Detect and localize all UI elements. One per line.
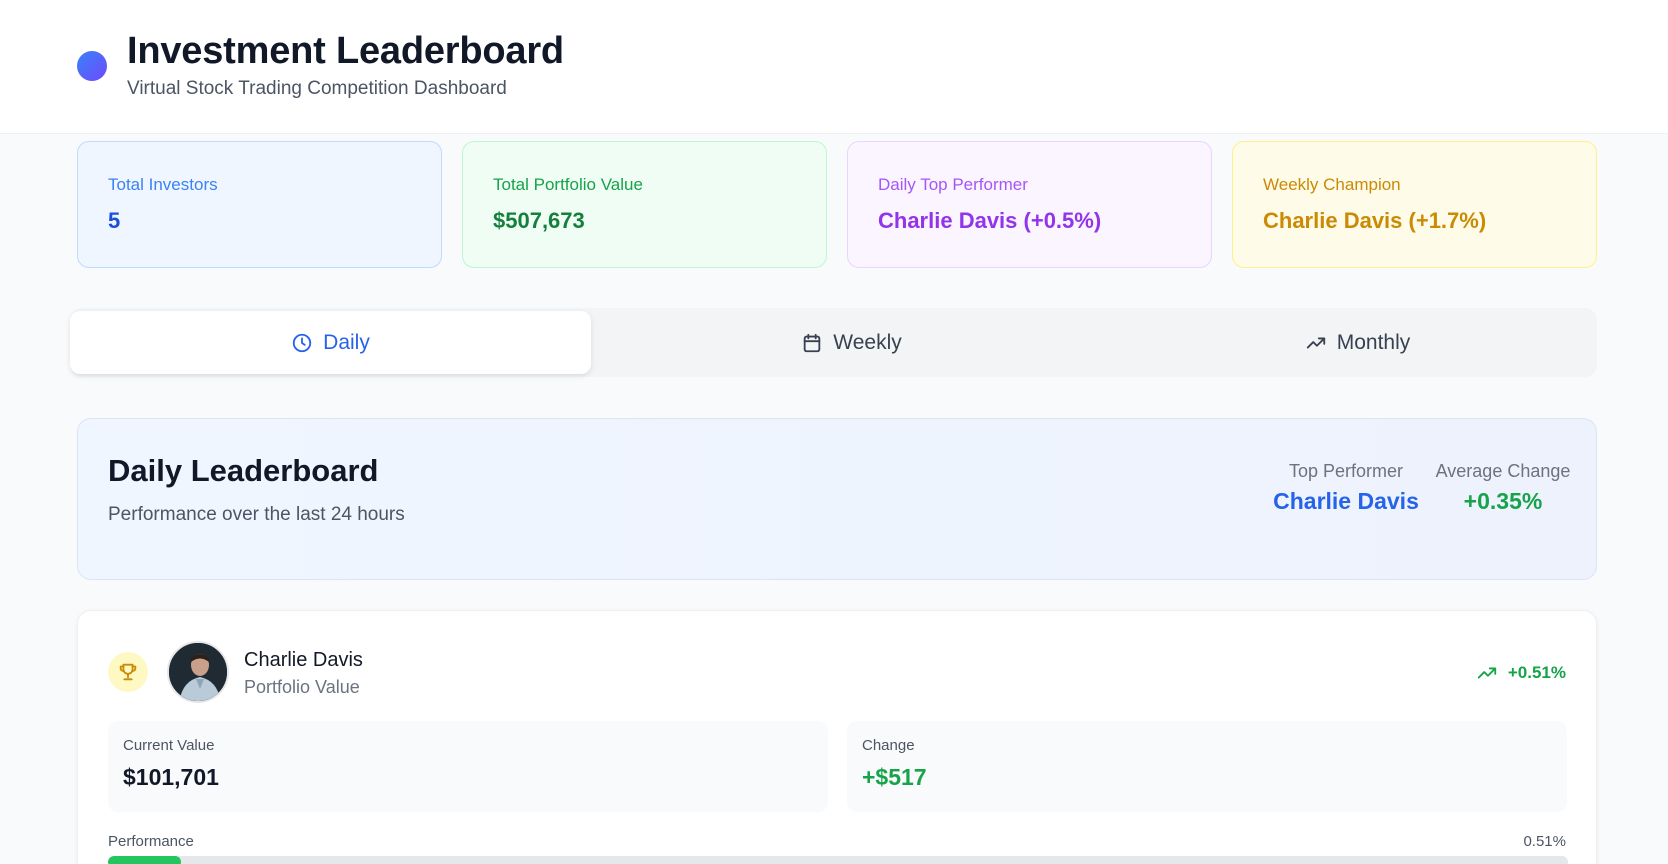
header-stat-label: Top Performer	[1288, 461, 1404, 481]
investor-subtitle: Portfolio Value	[244, 677, 360, 697]
leaderboard-title: Daily Leaderboard	[108, 453, 379, 488]
clock-icon	[292, 333, 312, 352]
stat-label: Weekly Champion	[1263, 175, 1401, 194]
page-subtitle: Virtual Stock Trading Competition Dashbo…	[127, 78, 507, 99]
trending-up-icon	[1306, 337, 1325, 348]
current-value-box: Current Value $101,701	[108, 721, 828, 812]
metric-value: +$517	[862, 764, 927, 790]
tab-label: Weekly	[833, 330, 902, 354]
stat-value: Charlie Davis (+1.7%)	[1263, 208, 1487, 233]
rank-badge	[108, 652, 148, 692]
header-stat-top-performer: Top Performer Charlie Davis	[1271, 461, 1421, 515]
change-percent-badge: +0.51%	[1476, 662, 1566, 684]
change-percent-value: +0.51%	[1507, 663, 1566, 682]
period-tabs: Daily Weekly Monthly	[70, 308, 1597, 377]
avatar	[167, 641, 229, 703]
header-stat-average-change: Average Change +0.35%	[1434, 461, 1572, 515]
leaderboard-entry[interactable]: Charlie Davis Portfolio Value +0.51% Cur…	[77, 610, 1597, 864]
header-stat-value: Charlie Davis	[1273, 488, 1419, 514]
stat-label: Total Portfolio Value	[493, 175, 643, 194]
investor-name: Charlie Davis	[244, 649, 363, 671]
tab-daily[interactable]: Daily	[70, 311, 591, 374]
tab-label: Monthly	[1336, 330, 1411, 354]
trending-up-icon	[1477, 667, 1497, 679]
stat-label: Total Investors	[108, 175, 218, 194]
stat-card-total-portfolio-value: Total Portfolio Value $507,673	[462, 141, 827, 268]
metric-value: $101,701	[123, 764, 219, 790]
stat-card-weekly-champion: Weekly Champion Charlie Davis (+1.7%)	[1232, 141, 1597, 268]
page-title: Investment Leaderboard	[127, 30, 564, 72]
stat-card-total-investors: Total Investors 5	[77, 141, 442, 268]
performance-label: Performance	[108, 833, 194, 850]
stat-value: Charlie Davis (+0.5%)	[878, 208, 1102, 233]
app-header: Investment Leaderboard Virtual Stock Tra…	[0, 0, 1668, 134]
metric-label: Change	[862, 737, 915, 754]
tab-weekly[interactable]: Weekly	[591, 311, 1112, 374]
performance-value: 0.51%	[1523, 833, 1566, 850]
metric-label: Current Value	[123, 737, 215, 754]
trophy-icon	[119, 663, 137, 681]
stat-value: $507,673	[493, 208, 585, 233]
logo-icon	[77, 51, 107, 81]
tab-label: Daily	[323, 330, 370, 354]
performance-bar-fill	[108, 856, 181, 864]
header-stat-value: +0.35%	[1463, 488, 1543, 514]
leaderboard-subtitle: Performance over the last 24 hours	[108, 504, 405, 525]
header-stat-label: Average Change	[1435, 461, 1571, 481]
calendar-icon	[804, 333, 821, 352]
tab-monthly[interactable]: Monthly	[1097, 311, 1618, 374]
change-box: Change +$517	[847, 721, 1567, 812]
stat-value: 5	[108, 208, 121, 233]
avatar-image	[169, 643, 227, 701]
stat-label: Daily Top Performer	[878, 175, 1028, 194]
stat-card-daily-top-performer: Daily Top Performer Charlie Davis (+0.5%…	[847, 141, 1212, 268]
performance-bar	[108, 856, 1568, 864]
leaderboard-header: Daily Leaderboard Performance over the l…	[77, 418, 1597, 580]
